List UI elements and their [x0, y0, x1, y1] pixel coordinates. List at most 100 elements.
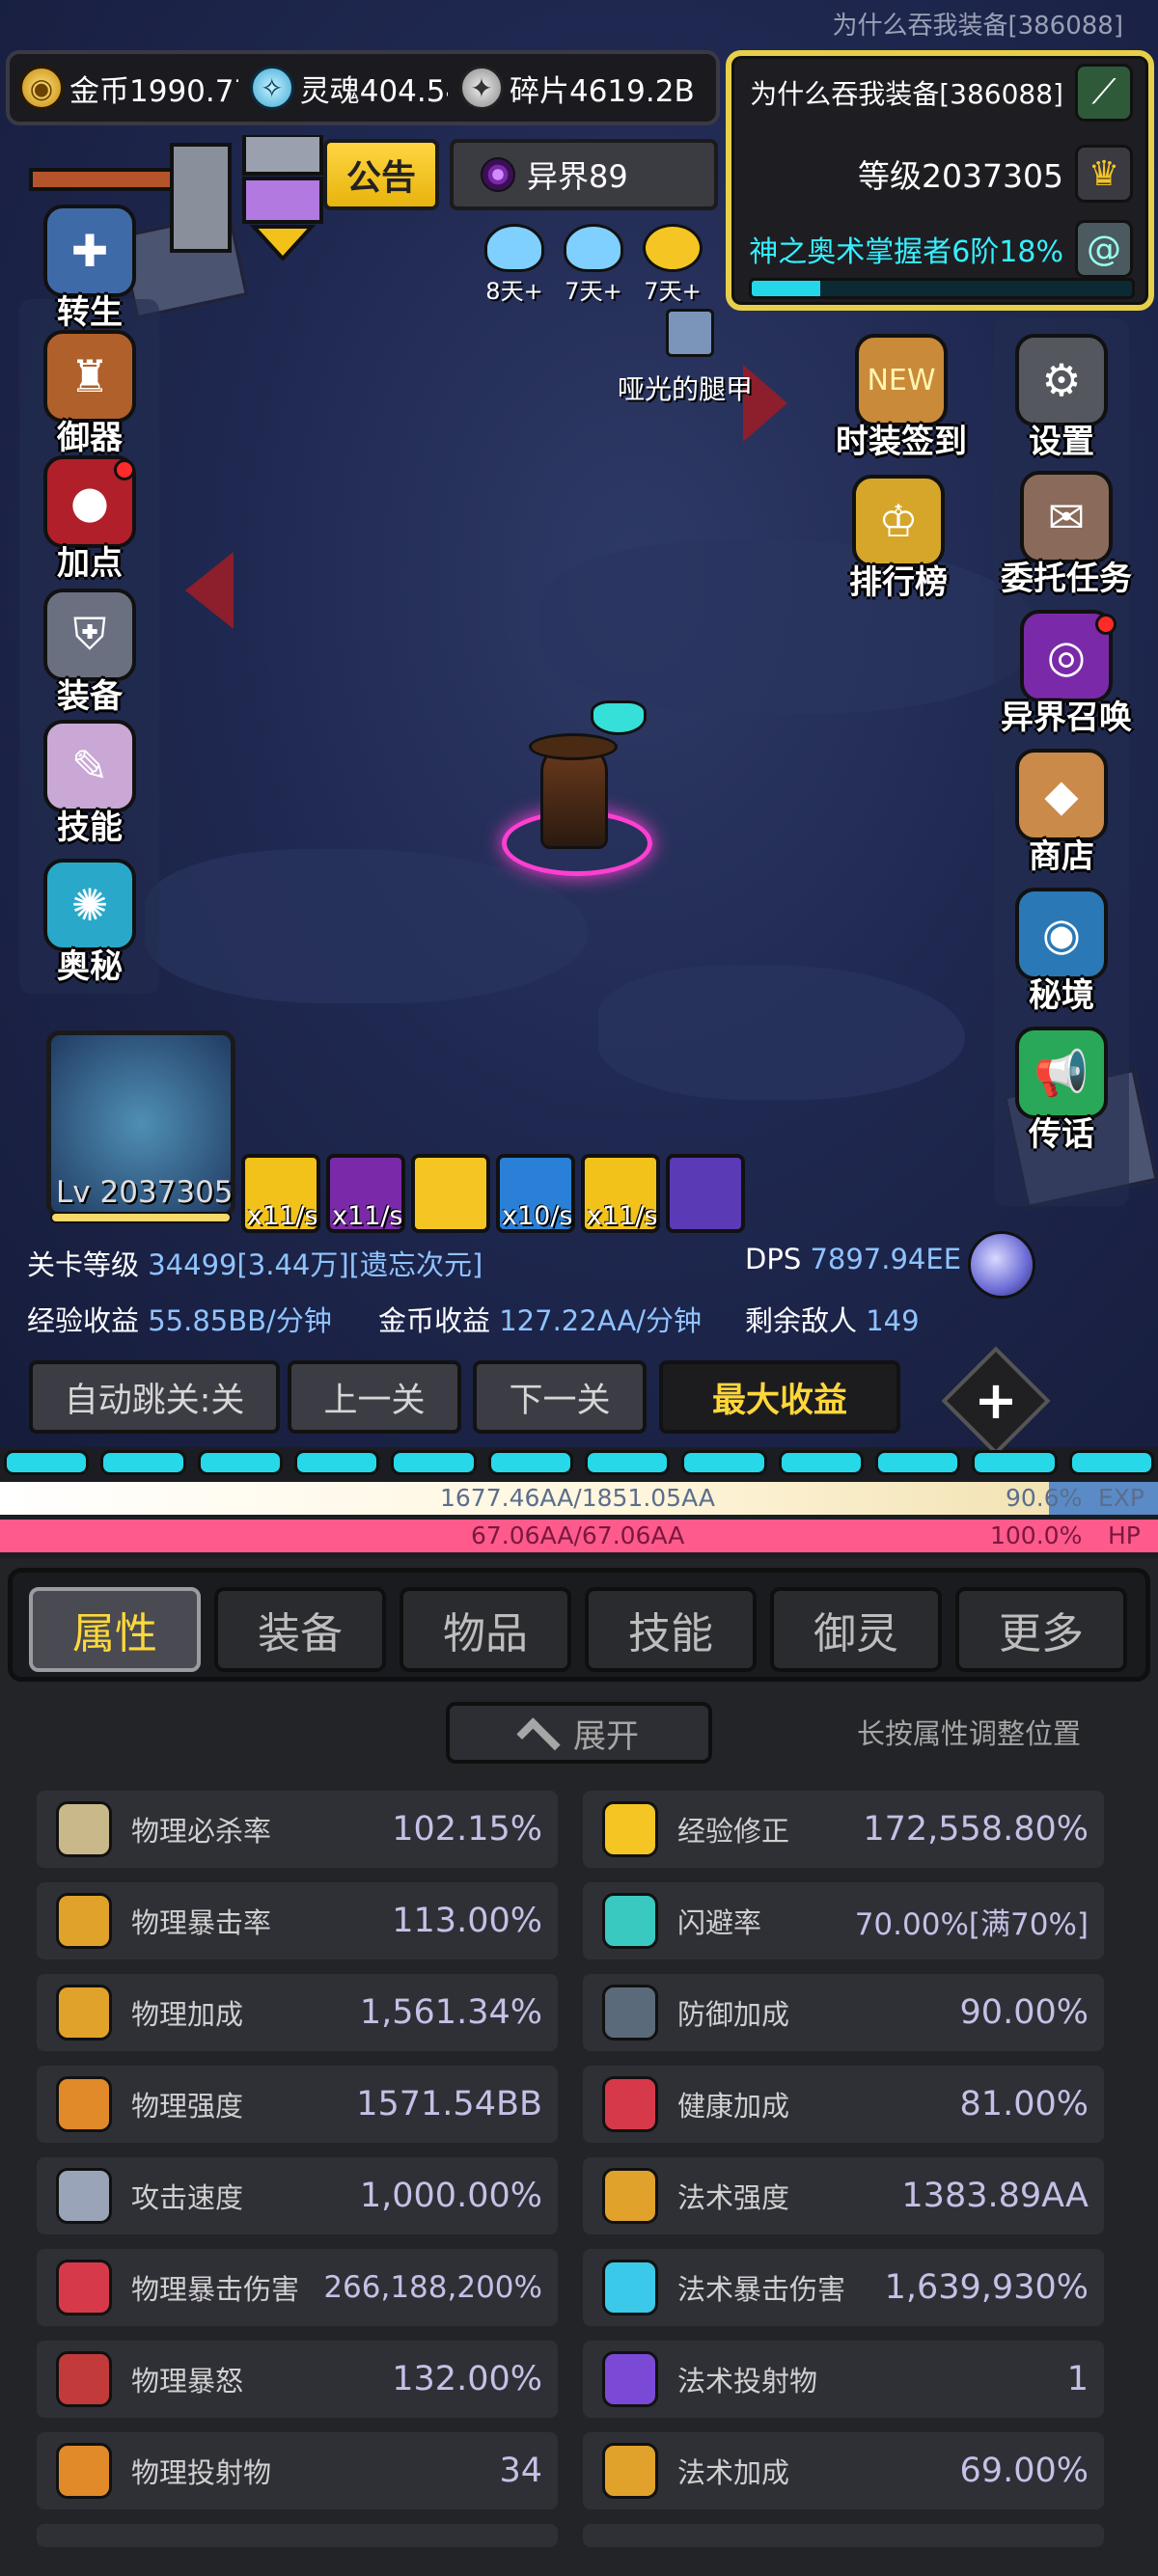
vortex-icon: ✺ — [43, 859, 136, 951]
attribute-row[interactable]: 物理暴击率 113.00% — [37, 1882, 558, 1959]
new-badge-icon: NEW — [855, 334, 948, 426]
attribute-row[interactable]: 防御加成 90.00% — [583, 1974, 1104, 2051]
tab-skills[interactable]: 技能 — [585, 1587, 757, 1672]
ice-shards-skill-icon[interactable]: x10/s — [496, 1154, 575, 1233]
player-card[interactable]: 为什么吞我装备[386088] ⟋ 等级2037305 ♛ 神之奥术掌握者6阶1… — [726, 50, 1154, 311]
attribute-value: 266,188,200% — [323, 2270, 542, 2305]
hp-bar: 67.06AA/67.06AA 100.0% HP — [0, 1520, 1158, 1552]
notice-button[interactable]: 公告 — [323, 139, 439, 210]
magic-plus-icon — [602, 2443, 658, 2499]
golden-wand-skill-icon[interactable]: x11/s — [581, 1154, 660, 1233]
attribute-row[interactable]: 物理必杀率 102.15% — [37, 1791, 558, 1868]
exp-income-value: 55.85BB/分钟 — [148, 1304, 332, 1337]
buff-wing-icon — [484, 224, 544, 272]
attribute-name: 物理暴击伤害 — [131, 2273, 300, 2306]
buff-2[interactable]: 7天+ — [560, 224, 627, 306]
tab-items[interactable]: 物品 — [400, 1587, 571, 1672]
player-level: 等级2037305 — [858, 157, 1063, 195]
exp-income-label: 经验收益 — [27, 1304, 140, 1337]
attribute-row-partial[interactable] — [583, 2524, 1104, 2547]
arcane-burst-skill-icon[interactable] — [666, 1154, 745, 1233]
attribute-name: 闪避率 — [677, 1906, 762, 1939]
shard-currency: ✦ 碎片4619.2B — [458, 66, 706, 110]
menu-label: 排行榜 — [849, 563, 948, 602]
menu-skills[interactable]: ✎ 技能 — [27, 720, 152, 848]
item-drop-label[interactable]: 哑光的腿甲 — [618, 369, 753, 407]
leaf-emblem-icon: ⟋ — [1075, 64, 1133, 122]
attribute-row[interactable]: 物理加成 1,561.34% — [37, 1974, 558, 2051]
menu-mystery[interactable]: ✺ 奥秘 — [27, 859, 152, 987]
stage-level-line: 关卡等级 34499[3.44万][遗忘次元] — [27, 1243, 482, 1283]
menu-otherworld-summon[interactable]: ◎ 异界召唤 — [999, 610, 1134, 738]
menu-equipment[interactable]: ⛨ 装备 — [27, 589, 152, 717]
previous-stage-button[interactable]: 上一关 — [288, 1360, 461, 1434]
menu-settings[interactable]: ⚙ 设置 — [999, 334, 1124, 462]
soul-amount: 灵魂404.54 — [299, 73, 448, 109]
attribute-row[interactable]: 闪避率 70.00%[满70%] — [583, 1882, 1104, 1959]
attribute-row[interactable]: 经验修正 172,558.80% — [583, 1791, 1104, 1868]
attribute-row[interactable]: 法术强度 1383.89AA — [583, 2157, 1104, 2234]
attribute-row[interactable]: 物理暴怒 132.00% — [37, 2341, 558, 2418]
holy-cross-skill-icon[interactable]: x11/s — [241, 1154, 320, 1233]
menu-add-points[interactable]: ● 加点 — [27, 455, 152, 584]
menu-secret-realm[interactable]: ◉ 秘境 — [999, 888, 1124, 1016]
hp-bar-percent: 100.0% — [990, 1521, 1083, 1549]
expand-button[interactable]: 展开 — [446, 1702, 712, 1764]
planet-icon[interactable] — [968, 1231, 1035, 1299]
stage-level-label: 关卡等级 — [27, 1248, 140, 1281]
dark-dragon-skill-icon[interactable]: x11/s — [326, 1154, 405, 1233]
next-stage-button[interactable]: 下一关 — [473, 1360, 647, 1434]
auto-skip-toggle[interactable]: 自动跳关:关 — [29, 1360, 280, 1434]
attribute-row[interactable]: 物理投射物 34 — [37, 2432, 558, 2509]
enemies-line: 剩余敌人 149 — [745, 1299, 920, 1339]
attribute-row[interactable]: 法术加成 69.00% — [583, 2432, 1104, 2509]
player-name-row: 为什么吞我装备[386088] ⟋ — [750, 64, 1133, 122]
golden-storm-skill-icon[interactable] — [411, 1154, 490, 1233]
attribute-row[interactable]: 物理强度 1571.54BB — [37, 2066, 558, 2143]
tab-equipment[interactable]: 装备 — [214, 1587, 386, 1672]
player-level-row: 等级2037305 ♛ — [858, 145, 1133, 203]
mastery-progress-fill — [752, 281, 820, 296]
menu-label: 加点 — [57, 544, 123, 583]
menu-label: 转生 — [57, 293, 123, 332]
attribute-row-partial[interactable] — [37, 2524, 558, 2547]
watermark-text: 为什么吞我装备[386088] — [832, 12, 1123, 41]
menu-fashion-signin[interactable]: NEW 时装签到 — [834, 334, 969, 462]
menu-rebirth[interactable]: ✚ 转生 — [27, 205, 152, 333]
menu-label: 异界召唤 — [1001, 699, 1132, 737]
gold-amount: 金币1990.77 — [69, 73, 238, 109]
crossed-swords-icon — [56, 1893, 112, 1949]
tab-spirits[interactable]: 御灵 — [770, 1587, 942, 1672]
otherworld-button[interactable]: 异界89 — [450, 139, 718, 210]
attribute-row[interactable]: 健康加成 81.00% — [583, 2066, 1104, 2143]
max-income-button[interactable]: 最大收益 — [659, 1360, 900, 1434]
menu-leaderboard[interactable]: ♔ 排行榜 — [836, 475, 961, 603]
attribute-row[interactable]: 物理暴击伤害 266,188,200% — [37, 2249, 558, 2326]
buff-3[interactable]: 7天+ — [639, 224, 706, 306]
dps-label: DPS — [745, 1243, 802, 1275]
previous-area-arrow-icon[interactable] — [185, 552, 234, 629]
attribute-row[interactable]: 攻击速度 1,000.00% — [37, 2157, 558, 2234]
menu-artifact[interactable]: ♜ 御器 — [27, 330, 152, 458]
attribute-value: 1571.54BB — [356, 2085, 542, 2124]
exp-bar-percent: 90.6% — [1006, 1484, 1083, 1512]
stage-stats: 关卡等级 34499[3.44万][遗忘次元] DPS 7897.94EE 经验… — [0, 1235, 1023, 1351]
boot-drop-icon[interactable] — [666, 309, 714, 357]
wave-progress-segments — [0, 1450, 1158, 1475]
attribute-row[interactable]: 法术暴击伤害 1,639,930% — [583, 2249, 1104, 2326]
menu-commission[interactable]: ✉ 委托任务 — [999, 471, 1134, 599]
tab-attributes[interactable]: 属性 — [29, 1587, 201, 1672]
attribute-row[interactable]: 法术投射物 1 — [583, 2341, 1104, 2418]
menu-shop[interactable]: ◆ 商店 — [999, 749, 1124, 877]
attribute-name: 健康加成 — [677, 2090, 790, 2123]
menu-label: 时装签到 — [836, 423, 967, 461]
menu-label: 商店 — [1029, 837, 1094, 876]
attribute-name: 物理暴击率 — [131, 1906, 272, 1939]
chevron-up-icon — [516, 1717, 561, 1762]
buff-1[interactable]: 8天+ — [481, 224, 548, 306]
attribute-name: 法术投射物 — [677, 2365, 818, 2398]
heart-plus-icon — [602, 2076, 658, 2132]
tab-more[interactable]: 更多 — [955, 1587, 1127, 1672]
mastery-progress-bar — [749, 278, 1135, 299]
menu-broadcast[interactable]: 📢 传话 — [999, 1027, 1124, 1155]
